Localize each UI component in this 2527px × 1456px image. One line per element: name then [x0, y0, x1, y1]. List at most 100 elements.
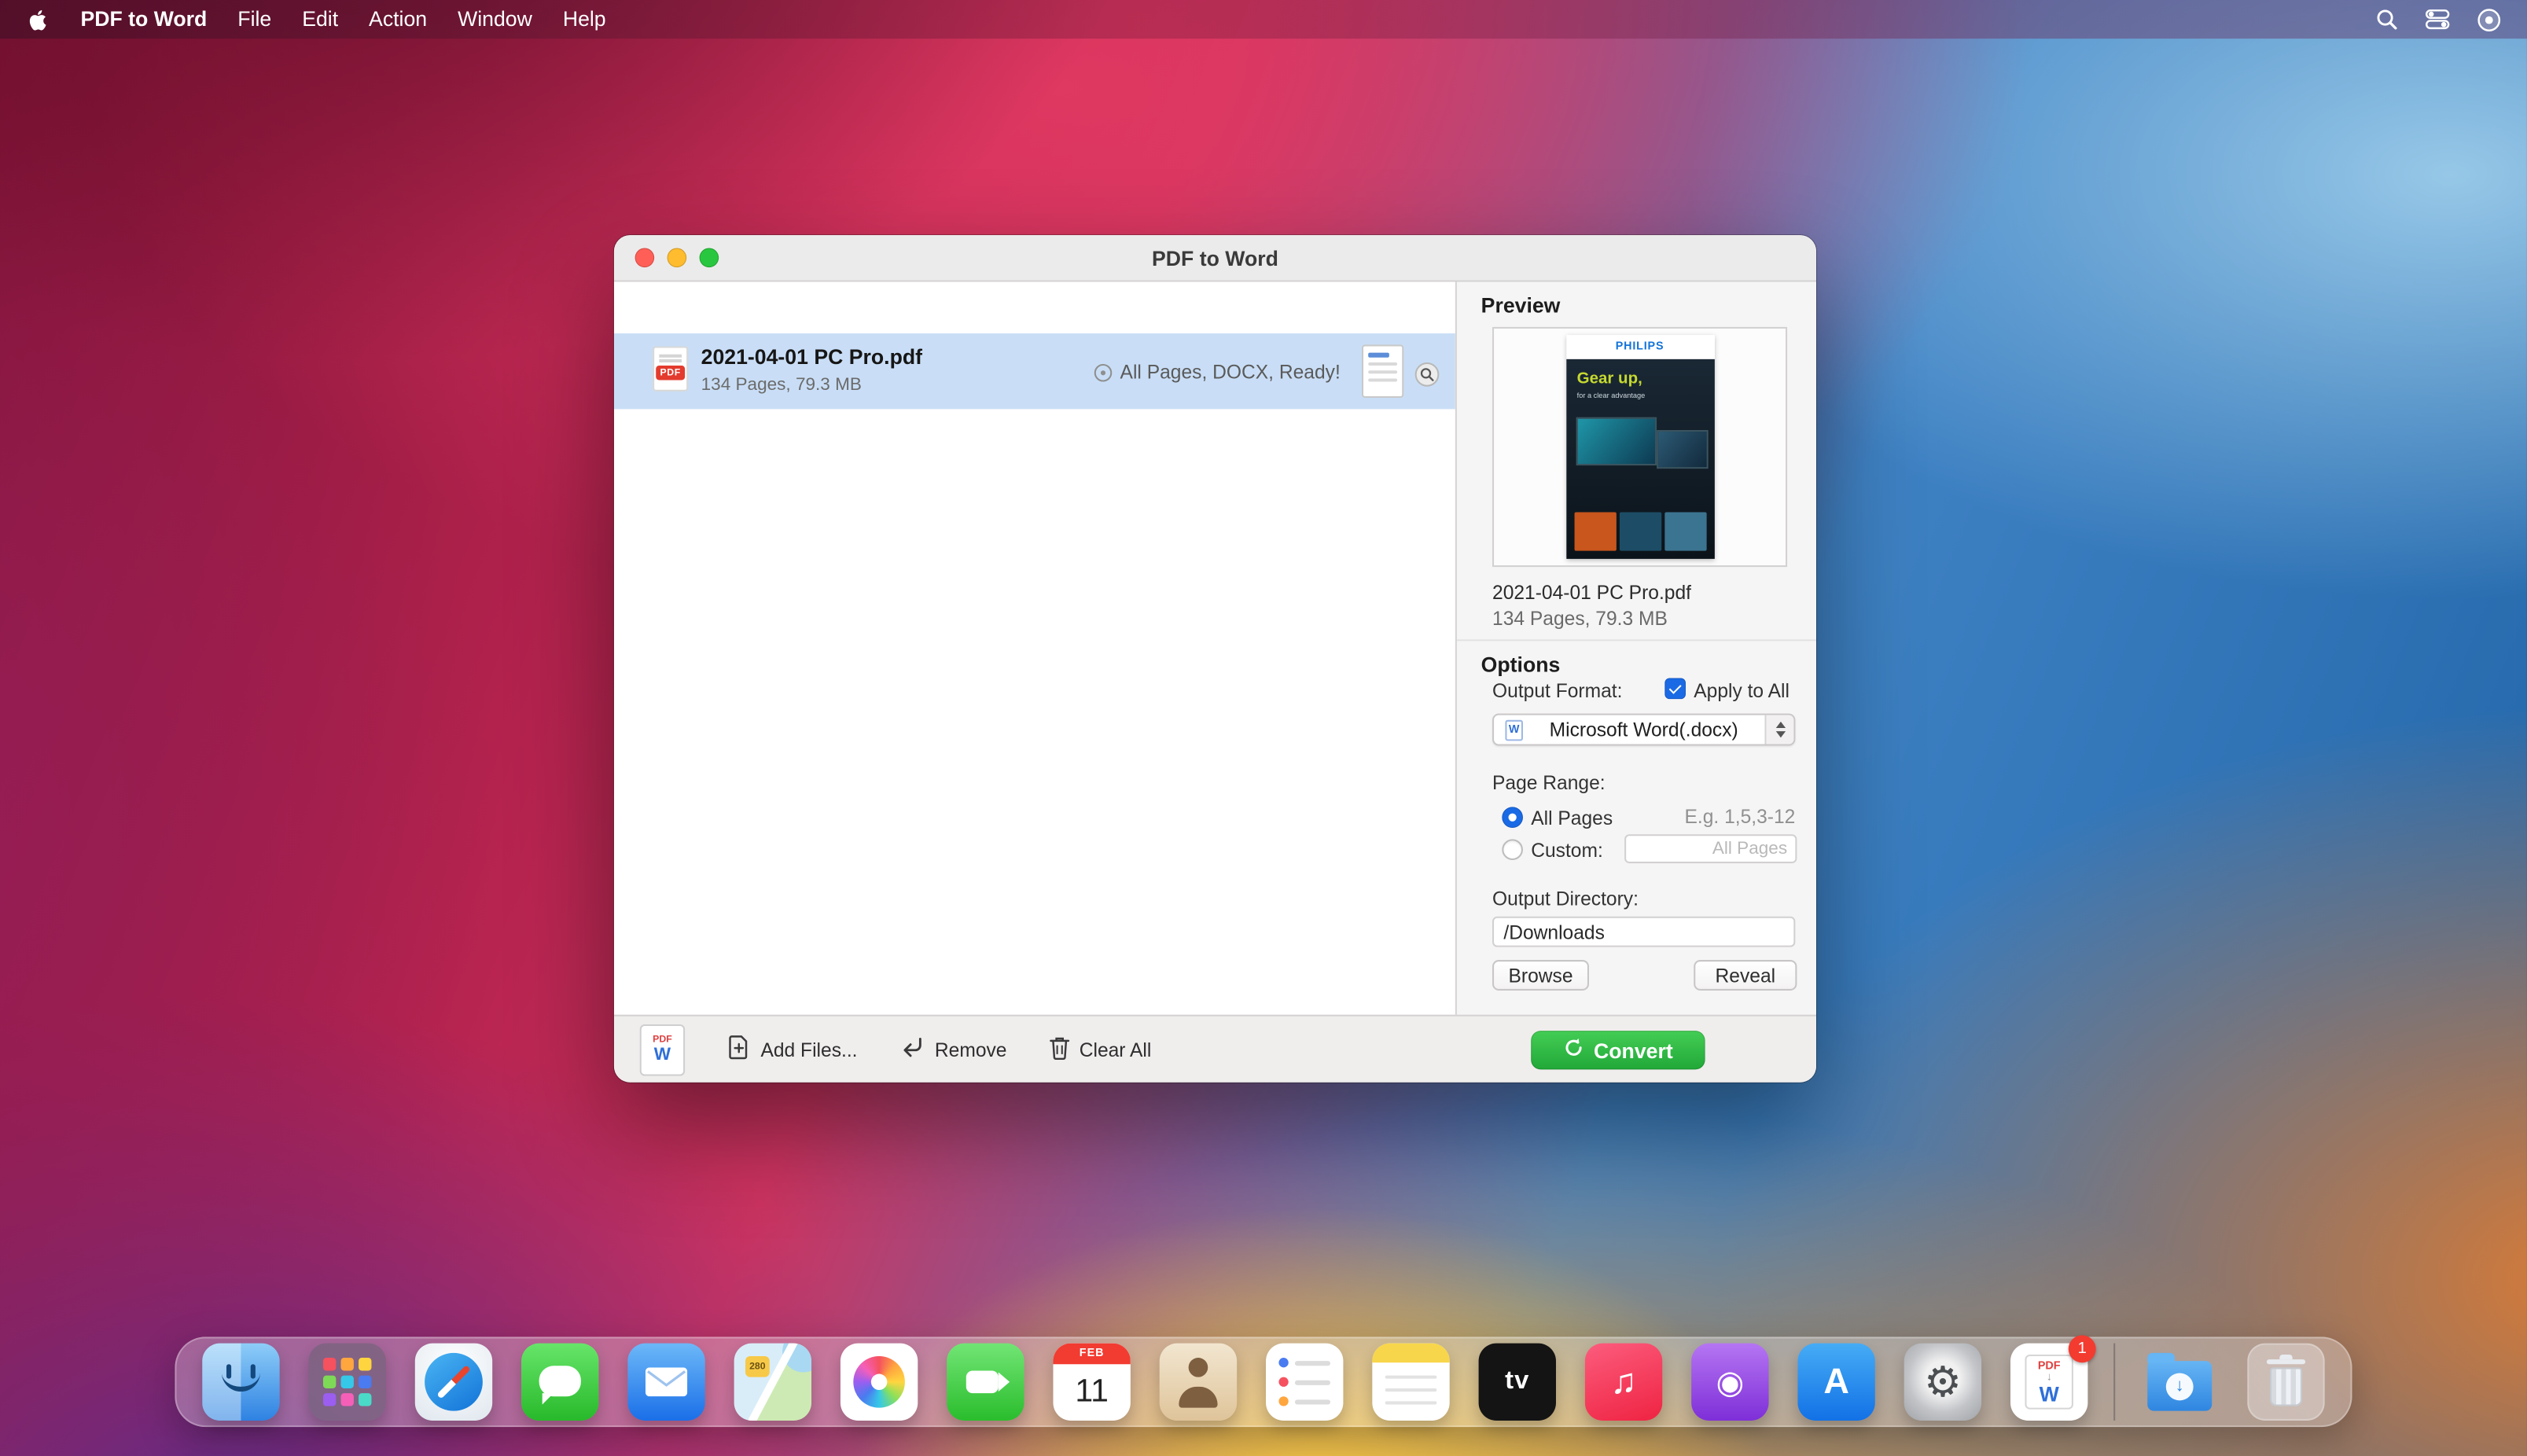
- output-format-value: Microsoft Word(.docx): [1550, 719, 1738, 741]
- dock-system-preferences-icon[interactable]: ⚙: [1904, 1344, 1981, 1421]
- custom-range-input[interactable]: [1624, 834, 1797, 863]
- gear-icon: ⚙: [1924, 1357, 1962, 1407]
- page-range-label: Page Range:: [1492, 771, 1606, 794]
- dock: 280 FEB 11 tv ♫ ◉: [175, 1337, 2352, 1427]
- status-icon: [1094, 364, 1113, 382]
- menu-bar-right: [2375, 7, 2501, 31]
- cover-body: Gear up, for a clear advantage: [1565, 359, 1714, 559]
- file-status: All Pages, DOCX, Ready!: [1120, 361, 1341, 384]
- notification-badge: 1: [2069, 1335, 2096, 1362]
- cover-headline: Gear up,: [1577, 370, 1642, 388]
- cover-bottom-tiles: [1574, 512, 1706, 550]
- preview-file-meta: 134 Pages, 79.3 MB: [1492, 607, 1668, 630]
- download-arrow-icon: ↓: [2166, 1372, 2194, 1399]
- siri-icon[interactable]: [2477, 7, 2501, 31]
- menu-item-help[interactable]: Help: [563, 0, 606, 39]
- pdf-file-icon: PDF: [653, 346, 688, 391]
- dock-music-icon[interactable]: ♫: [1585, 1344, 1662, 1421]
- menu-item-action[interactable]: Action: [369, 0, 427, 39]
- remove-icon: [899, 1035, 925, 1063]
- music-note-icon: ♫: [1610, 1361, 1637, 1403]
- apple-menu-icon[interactable]: [26, 7, 50, 31]
- panel-divider: [1457, 639, 1816, 641]
- custom-radio[interactable]: [1502, 839, 1523, 860]
- file-row[interactable]: PDF 2021-04-01 PC Pro.pdf 134 Pages, 79.…: [614, 333, 1455, 409]
- dock-maps-icon[interactable]: 280: [734, 1344, 811, 1421]
- window-titlebar[interactable]: PDF to Word: [614, 235, 1816, 281]
- output-format-label: Output Format:: [1492, 680, 1622, 703]
- options-label: Options: [1481, 653, 1561, 677]
- custom-label: Custom:: [1531, 839, 1603, 862]
- pdf-to-word-window: PDF to Word PDF 2021-04-01 PC Pro.pdf 13…: [614, 235, 1816, 1083]
- dock-launchpad-icon[interactable]: [309, 1344, 386, 1421]
- pdf-label: PDF: [656, 366, 685, 380]
- all-pages-label: All Pages: [1531, 807, 1613, 829]
- menu-bar: PDF to Word File Edit Action Window Help: [0, 0, 2527, 39]
- dock-facetime-icon[interactable]: [947, 1344, 1024, 1421]
- window-toolbar: PDF W Add Files... Remove Clear All: [614, 1015, 1816, 1083]
- convert-refresh-icon: [1563, 1037, 1584, 1063]
- add-files-button[interactable]: Add Files...: [726, 1034, 857, 1064]
- page-range-example: E.g. 1,5,3-12: [1685, 805, 1796, 828]
- output-format-dropdown[interactable]: W Microsoft Word(.docx): [1492, 714, 1795, 746]
- dock-photos-icon[interactable]: [840, 1344, 918, 1421]
- menu-bar-left: PDF to Word File Edit Action Window Help: [26, 0, 606, 39]
- dock-tv-icon[interactable]: tv: [1479, 1344, 1556, 1421]
- cover-brand: PHILIPS: [1565, 335, 1714, 359]
- search-icon[interactable]: [2375, 8, 2398, 31]
- dock-reminders-icon[interactable]: [1266, 1344, 1343, 1421]
- preview-label: Preview: [1481, 293, 1561, 318]
- screen: PDF to Word File Edit Action Window Help…: [0, 0, 2527, 1456]
- all-pages-radio[interactable]: [1502, 807, 1523, 828]
- menu-app-name[interactable]: PDF to Word: [80, 0, 207, 39]
- apply-to-all-checkbox[interactable]: [1664, 678, 1686, 700]
- preview-magnifier-icon[interactable]: [1415, 362, 1440, 387]
- docx-thumbnail-icon: [1362, 344, 1403, 398]
- control-center-icon[interactable]: [2426, 8, 2450, 31]
- dock-calendar-icon[interactable]: FEB 11: [1053, 1344, 1130, 1421]
- dropdown-stepper-icon: [1764, 715, 1793, 745]
- options-panel: Preview PHILIPS Gear up, for a clear adv…: [1455, 282, 1816, 1015]
- trash-icon: [1049, 1035, 1070, 1064]
- menu-item-edit[interactable]: Edit: [302, 0, 338, 39]
- podcasts-glyph-icon: ◉: [1716, 1362, 1744, 1402]
- dock-app-store-icon[interactable]: A: [1797, 1344, 1874, 1421]
- dock-contacts-icon[interactable]: [1160, 1344, 1237, 1421]
- clear-all-button[interactable]: Clear All: [1049, 1035, 1152, 1064]
- app-mini-icon: PDF W: [640, 1024, 685, 1075]
- close-button[interactable]: [635, 248, 655, 267]
- dock-notes-icon[interactable]: [1372, 1344, 1449, 1421]
- dock-messages-icon[interactable]: [521, 1344, 598, 1421]
- dock-pdf-to-word-icon[interactable]: PDF ↓ W 1: [2010, 1344, 2087, 1421]
- dock-safari-icon[interactable]: [415, 1344, 492, 1421]
- dock-podcasts-icon[interactable]: ◉: [1691, 1344, 1768, 1421]
- convert-button[interactable]: Convert: [1531, 1031, 1705, 1069]
- remove-button[interactable]: Remove: [899, 1035, 1007, 1063]
- cover-subhead: for a clear advantage: [1577, 392, 1646, 399]
- dock-finder-icon[interactable]: [202, 1344, 279, 1421]
- word-doc-icon: W: [1505, 720, 1523, 741]
- apply-to-all-label: Apply to All: [1694, 680, 1789, 703]
- browse-button[interactable]: Browse: [1492, 960, 1589, 991]
- dock-downloads-icon[interactable]: ↓: [2141, 1344, 2218, 1421]
- output-directory-label: Output Directory:: [1492, 888, 1639, 910]
- preview-thumbnail: PHILIPS Gear up, for a clear advantage: [1492, 327, 1787, 567]
- dock-separator: [2113, 1344, 2115, 1421]
- file-list: PDF 2021-04-01 PC Pro.pdf 134 Pages, 79.…: [614, 282, 1455, 1015]
- minimize-button[interactable]: [668, 248, 687, 267]
- window-title: PDF to Word: [1152, 245, 1278, 270]
- add-files-icon: [726, 1034, 751, 1064]
- window-content: PDF 2021-04-01 PC Pro.pdf 134 Pages, 79.…: [614, 282, 1816, 1015]
- cover-monitor-image-2: [1656, 430, 1708, 469]
- menu-item-window[interactable]: Window: [458, 0, 532, 39]
- preview-file-name: 2021-04-01 PC Pro.pdf: [1492, 582, 1691, 605]
- menu-item-file[interactable]: File: [237, 0, 271, 39]
- dock-trash-icon[interactable]: [2247, 1344, 2324, 1421]
- file-meta: 134 Pages, 79.3 MB: [701, 375, 922, 395]
- reveal-button[interactable]: Reveal: [1694, 960, 1797, 991]
- zoom-button[interactable]: [700, 248, 719, 267]
- cover-monitor-image: [1576, 417, 1656, 465]
- output-directory-input[interactable]: [1492, 917, 1795, 947]
- magazine-cover: PHILIPS Gear up, for a clear advantage: [1565, 335, 1714, 559]
- dock-mail-icon[interactable]: [627, 1344, 704, 1421]
